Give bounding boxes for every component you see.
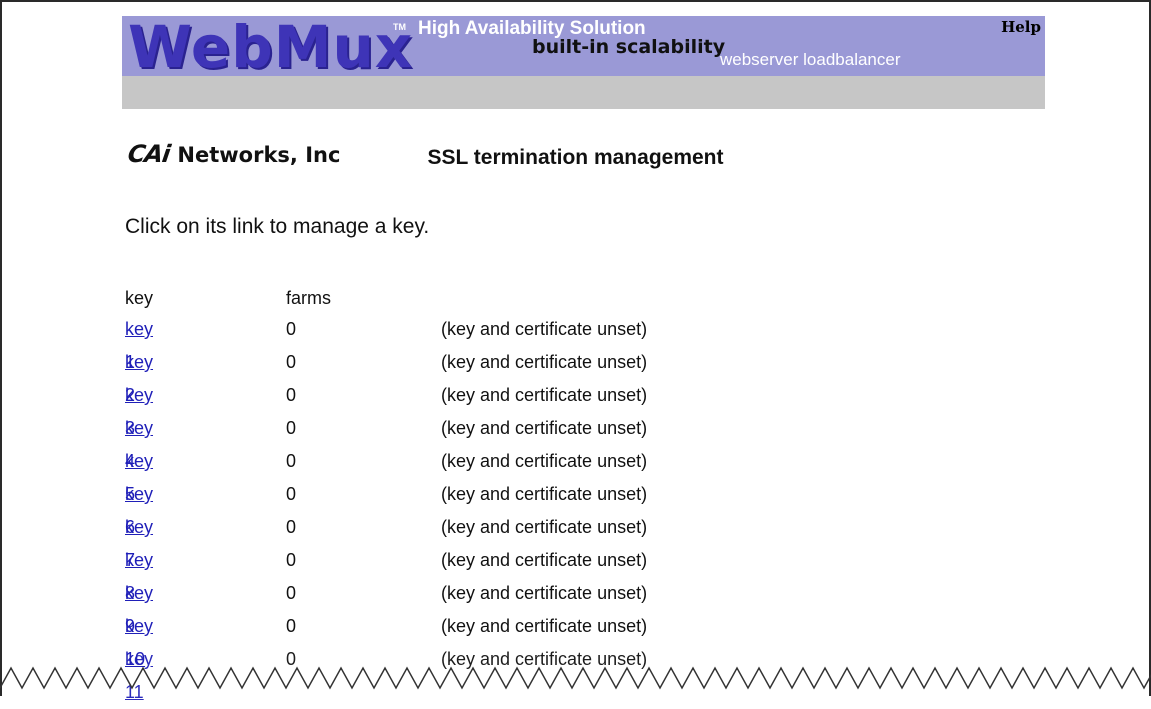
key-status: (key and certificate unset): [441, 352, 648, 372]
instructions-text: Click on its link to manage a key.: [125, 215, 430, 238]
page-title: SSL termination management: [427, 146, 724, 169]
key-status: (key and certificate unset): [441, 451, 648, 471]
farms-count: 0: [286, 484, 297, 504]
tagline-built-in-scalability: built-in scalability: [532, 36, 726, 58]
torn-edge-divider: [0, 666, 1151, 690]
banner-top-bar: WebMux TM High Availability Solution bui…: [122, 16, 1045, 76]
column-header-farms: farms: [286, 288, 331, 308]
column-header-key: key: [125, 288, 154, 308]
key-status: (key and certificate unset): [441, 385, 648, 405]
key-status: (key and certificate unset): [441, 319, 648, 339]
key-status: (key and certificate unset): [441, 583, 648, 603]
farms-count: 0: [286, 385, 297, 405]
key-status: (key and certificate unset): [441, 550, 648, 570]
trademark-mark: TM: [393, 22, 406, 32]
help-link[interactable]: Help: [1001, 18, 1041, 36]
farms-count: 0: [286, 583, 297, 603]
farms-count: 0: [286, 550, 297, 570]
farms-count: 0: [286, 517, 297, 537]
key-status: (key and certificate unset): [441, 517, 648, 537]
farms-count: 0: [286, 319, 297, 339]
header-banner: WebMux TM High Availability Solution bui…: [122, 16, 1045, 168]
webmux-logo: WebMux: [128, 13, 414, 81]
key-status: (key and certificate unset): [441, 616, 648, 636]
tagline-webserver-loadbalancer: webserver loadbalancer: [720, 50, 901, 69]
key-status: (key and certificate unset): [441, 484, 648, 504]
farms-count: 0: [286, 616, 297, 636]
farms-count: 0: [286, 418, 297, 438]
banner-company-bar: CAi Networks, Inc: [122, 76, 1045, 168]
farms-count: 0: [286, 451, 297, 471]
farms-count: 0: [286, 352, 297, 372]
key-status: (key and certificate unset): [441, 418, 648, 438]
